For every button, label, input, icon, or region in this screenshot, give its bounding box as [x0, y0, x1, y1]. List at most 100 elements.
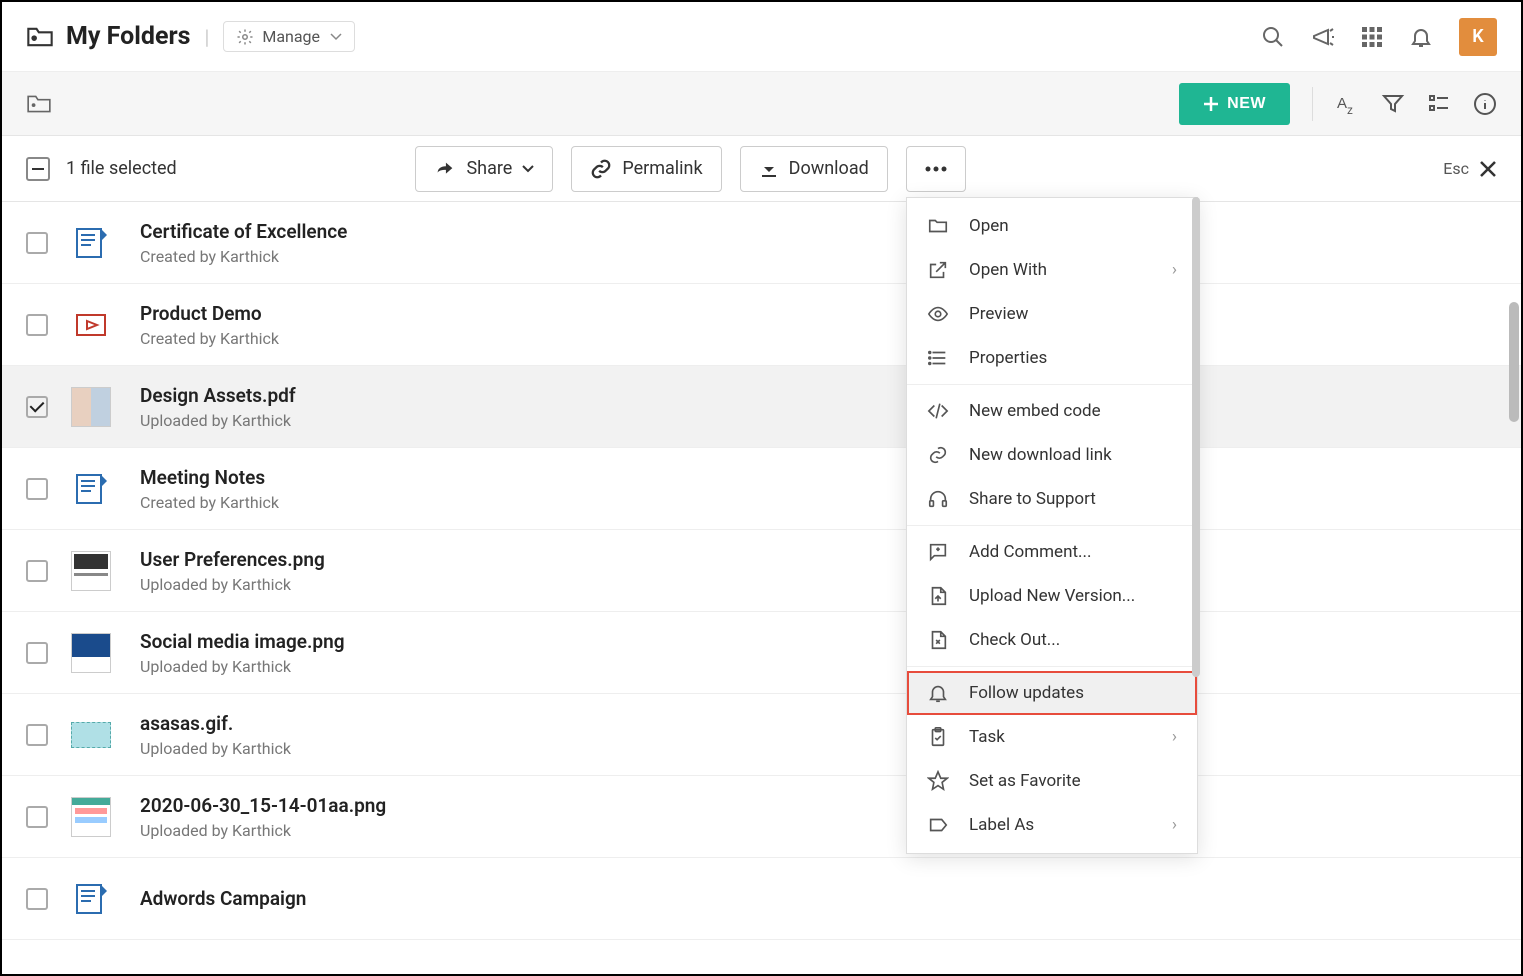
file-thumbnail [70, 878, 112, 920]
file-checkbox[interactable] [26, 314, 48, 336]
eye-icon [927, 303, 949, 325]
menu-share-support[interactable]: Share to Support [907, 477, 1197, 521]
header: My Folders | Manage K [2, 2, 1521, 72]
menu-open-with[interactable]: Open With › [907, 248, 1197, 292]
divider: | [204, 25, 209, 49]
file-name: Adwords Campaign [140, 887, 306, 910]
file-name: Product Demo [140, 302, 279, 325]
apps-grid-icon[interactable] [1361, 26, 1383, 48]
file-row[interactable]: User Preferences.pngUploaded by Karthick [2, 530, 1521, 612]
select-all-checkbox[interactable] [26, 157, 50, 181]
headset-icon [927, 488, 949, 510]
file-row[interactable]: Product Demo Created by Karthick [2, 284, 1521, 366]
file-info: User Preferences.pngUploaded by Karthick [140, 548, 325, 594]
megaphone-icon[interactable] [1311, 25, 1335, 49]
menu-set-favorite[interactable]: Set as Favorite [907, 759, 1197, 803]
file-thumbnail [70, 632, 112, 674]
new-label: NEW [1227, 95, 1266, 113]
file-info: Product Demo Created by Karthick [140, 302, 279, 348]
svg-text:A: A [1337, 95, 1347, 112]
ellipsis-icon [924, 166, 948, 172]
esc-label: Esc [1443, 159, 1469, 178]
close-selection[interactable]: Esc [1443, 159, 1497, 178]
menu-task[interactable]: Task › [907, 715, 1197, 759]
file-row[interactable]: asasas.gif.Uploaded by Karthick [2, 694, 1521, 776]
context-menu-scrollbar[interactable] [1192, 197, 1200, 677]
menu-add-comment[interactable]: Add Comment... [907, 530, 1197, 574]
file-list: Certificate of ExcellenceCreated by Kart… [2, 202, 1521, 940]
file-info: asasas.gif.Uploaded by Karthick [140, 712, 291, 758]
menu-properties[interactable]: Properties [907, 336, 1197, 380]
file-checkbox[interactable] [26, 888, 48, 910]
file-meta: Uploaded by Karthick [140, 411, 296, 430]
filter-icon[interactable] [1381, 92, 1405, 116]
menu-separator [907, 666, 1197, 667]
file-meta: Uploaded by Karthick [140, 575, 325, 594]
file-info: Design Assets.pdfUploaded by Karthick [140, 384, 296, 430]
menu-check-out[interactable]: Check Out... [907, 618, 1197, 662]
file-row[interactable]: 2020-06-30_15-14-01aa.pngUploaded by Kar… [2, 776, 1521, 858]
context-menu: Open Open With › Preview Properties New … [906, 197, 1198, 854]
menu-separator [907, 525, 1197, 526]
file-checkbox[interactable] [26, 478, 48, 500]
list-icon [927, 347, 949, 369]
menu-label-as[interactable]: Label As › [907, 803, 1197, 847]
chevron-right-icon: › [1172, 260, 1177, 280]
permalink-button[interactable]: Permalink [571, 146, 721, 192]
share-button[interactable]: Share [415, 146, 553, 192]
file-name: Social media image.png [140, 630, 345, 653]
sort-icon[interactable]: Az [1335, 92, 1359, 116]
file-checkbox[interactable] [26, 396, 48, 418]
search-icon[interactable] [1261, 25, 1285, 49]
file-row[interactable]: Meeting NotesCreated by Karthick [2, 448, 1521, 530]
divider [1312, 87, 1313, 121]
file-row[interactable]: Certificate of ExcellenceCreated by Kart… [2, 202, 1521, 284]
avatar[interactable]: K [1459, 18, 1497, 56]
file-row[interactable]: Design Assets.pdfUploaded by Karthick [2, 366, 1521, 448]
selection-bar: 1 file selected Share Permalink Download… [2, 136, 1521, 202]
more-actions-button[interactable] [906, 146, 966, 192]
comment-icon [927, 541, 949, 563]
toolbar: NEW Az [2, 72, 1521, 136]
file-thumbnail [70, 386, 112, 428]
file-meta: Created by Karthick [140, 329, 279, 348]
file-checkbox[interactable] [26, 642, 48, 664]
link-icon [590, 158, 612, 180]
file-checkbox[interactable] [26, 724, 48, 746]
tag-icon [927, 814, 949, 836]
gear-icon [236, 28, 254, 46]
list-view-icon[interactable] [1427, 92, 1451, 116]
file-meta: Uploaded by Karthick [140, 821, 386, 840]
file-info: Meeting NotesCreated by Karthick [140, 466, 279, 512]
menu-new-download-link[interactable]: New download link [907, 433, 1197, 477]
menu-open[interactable]: Open [907, 204, 1197, 248]
link-download-icon [927, 444, 949, 466]
file-name: asasas.gif. [140, 712, 291, 735]
file-checkbox[interactable] [26, 806, 48, 828]
chevron-right-icon: › [1172, 727, 1177, 747]
new-button[interactable]: NEW [1179, 83, 1290, 125]
page-scrollbar[interactable] [1509, 302, 1519, 422]
menu-follow-updates[interactable]: Follow updates [907, 671, 1197, 715]
menu-preview[interactable]: Preview [907, 292, 1197, 336]
menu-upload-version[interactable]: Upload New Version... [907, 574, 1197, 618]
file-checkbox[interactable] [26, 560, 48, 582]
manage-button[interactable]: Manage [223, 21, 355, 52]
file-row[interactable]: Adwords Campaign [2, 858, 1521, 940]
file-info: Adwords Campaign [140, 887, 306, 910]
download-label: Download [789, 158, 869, 179]
upload-version-icon [927, 585, 949, 607]
file-thumbnail [70, 550, 112, 592]
code-icon [927, 400, 949, 422]
download-button[interactable]: Download [740, 146, 888, 192]
plus-icon [1203, 96, 1219, 112]
bell-icon[interactable] [1409, 25, 1433, 49]
file-checkbox[interactable] [26, 232, 48, 254]
menu-new-embed[interactable]: New embed code [907, 389, 1197, 433]
breadcrumb-folder-icon[interactable] [26, 93, 52, 115]
file-row[interactable]: Social media image.png Uploaded by Karthi… [2, 612, 1521, 694]
file-meta: Uploaded by Karthick [140, 657, 345, 676]
file-thumbnail [70, 222, 112, 264]
info-icon[interactable] [1473, 92, 1497, 116]
file-info: Social media image.png Uploaded by Karthi… [140, 630, 345, 676]
